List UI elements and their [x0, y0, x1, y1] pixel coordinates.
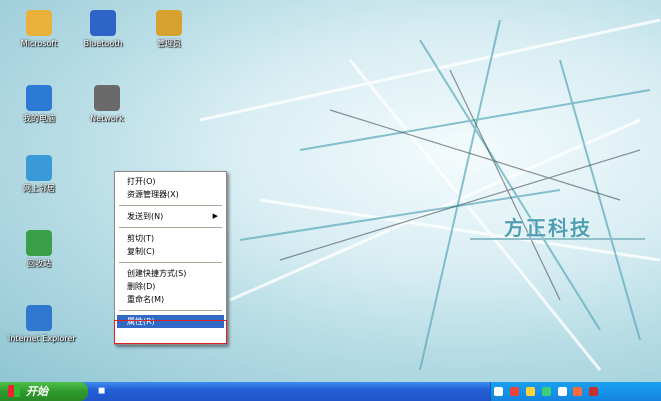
menu-separator	[119, 205, 222, 206]
menu-separator	[119, 262, 222, 263]
wallpaper	[199, 18, 661, 371]
network-places-icon	[26, 155, 52, 181]
bluetooth-icon	[90, 10, 116, 36]
computer-icon	[26, 85, 52, 111]
menu-item-copy[interactable]: 复制(C)	[117, 245, 224, 258]
menu-item-open[interactable]: 打开(O)	[117, 175, 224, 188]
menu-item-cut[interactable]: 剪切(T)	[117, 232, 224, 245]
desktop: Microsoft Bluetooth 管理员 我的电脑 Network 网上邻…	[0, 0, 661, 382]
network-icon	[94, 85, 120, 111]
menu-item-rename[interactable]: 重命名(M)	[117, 293, 224, 306]
tray-icon-security[interactable]	[525, 387, 535, 396]
quick-launch[interactable]: ◼	[98, 386, 138, 398]
internet-explorer-icon	[26, 305, 52, 331]
menu-separator	[119, 227, 222, 228]
desktop-icon-network-places[interactable]: 网上邻居	[8, 155, 70, 194]
context-menu: 打开(O) 资源管理器(X) 发送到(N) ▶ 剪切(T) 复制(C) 创建快捷方…	[114, 171, 227, 345]
windows-flag-icon	[8, 385, 20, 397]
start-button[interactable]: 开始	[0, 382, 88, 401]
desktop-icon-recycle-bin[interactable]: 回收站	[8, 230, 70, 269]
desktop-icon-network[interactable]: Network	[76, 85, 138, 124]
tray-icon-antivirus[interactable]	[589, 387, 599, 396]
microsoft-icon	[26, 10, 52, 36]
brand-logo: 方正科技	[504, 216, 592, 240]
tray-icon-display[interactable]	[557, 387, 567, 396]
system-tray	[490, 382, 661, 401]
tray-icon-update[interactable]	[541, 387, 551, 396]
user-folder-icon	[156, 10, 182, 36]
submenu-arrow-icon: ▶	[212, 212, 218, 220]
tray-icon-volume[interactable]	[509, 387, 519, 396]
menu-item-create-shortcut[interactable]: 创建快捷方式(S)	[117, 267, 224, 280]
desktop-icon-admin[interactable]: 管理员	[138, 10, 200, 49]
highlight-box	[114, 320, 227, 344]
recycle-bin-icon	[26, 230, 52, 256]
menu-item-explore[interactable]: 资源管理器(X)	[117, 188, 224, 201]
quick-launch-icon: ◼	[98, 386, 106, 396]
menu-item-delete[interactable]: 删除(D)	[117, 280, 224, 293]
tray-icon-network[interactable]	[494, 387, 503, 396]
logo-underline	[470, 238, 645, 240]
desktop-icon-my-computer[interactable]: 我的电脑	[8, 85, 70, 124]
menu-item-send-to[interactable]: 发送到(N) ▶	[117, 210, 224, 223]
tray-icon-app[interactable]	[573, 387, 583, 396]
desktop-icon-internet-explorer[interactable]: Internet Explorer	[8, 305, 76, 344]
menu-separator	[119, 310, 222, 311]
taskbar: 开始 ◼	[0, 382, 661, 401]
desktop-icon-microsoft[interactable]: Microsoft	[8, 10, 70, 49]
desktop-icon-bluetooth[interactable]: Bluetooth	[72, 10, 134, 49]
